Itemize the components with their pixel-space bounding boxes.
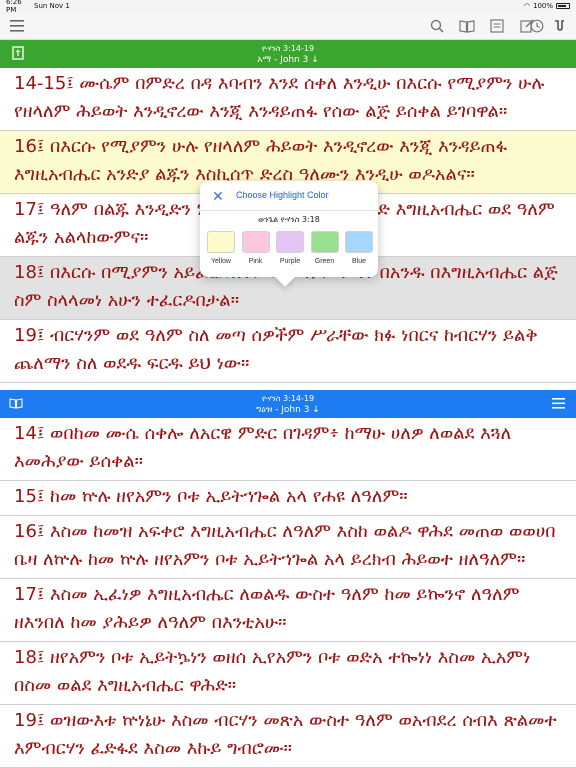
close-icon[interactable]: ✕	[210, 188, 226, 204]
swatch-purple-box[interactable]	[276, 231, 304, 253]
bottom-menu-icon[interactable]	[550, 395, 566, 411]
verse-14-geez[interactable]: 14፤ ወበከመ ሙሴ ሰቀሎ ለአርዌ ምድር በገዳም፥ ከማሁ ሀለዎ ለ…	[0, 418, 576, 481]
search-icon[interactable]	[428, 17, 446, 35]
bottom-pane-header[interactable]: ዮሃንስ 3:14-19 ግዕዝ - John 3 ↓	[0, 390, 576, 418]
swatch-green-label: Green	[314, 258, 335, 265]
popover-verse-reference: ወንጌል ዮሃንስ 3:18	[258, 215, 320, 224]
book-icon[interactable]	[458, 17, 476, 35]
swatch-yellow[interactable]: Yellow	[206, 231, 236, 265]
swatch-yellow-label: Yellow	[211, 258, 231, 265]
verse-15-geez[interactable]: 15፤ ከመ ኵሉ ዘየአምን ቦቱ ኢይትኀጐል አላ የሐዩ ለዓለም።	[0, 481, 576, 516]
swatch-yellow-box[interactable]	[207, 231, 235, 253]
status-right: ◠ 100%	[524, 2, 570, 10]
bookmarks-icon[interactable]	[488, 17, 506, 35]
verse-14-15-amharic[interactable]: 14-15፤ ሙሴም በምድረ በዳ እባብን እንደ ሰቀለ እንዲሁ በእር…	[0, 68, 576, 131]
verse-19-amharic[interactable]: 19፤ ብርሃንም ወደ ዓለም ስለ መጣ ሰዎችም ሥራቸው ክፉ ነበርና…	[0, 320, 576, 383]
settings-icon[interactable]	[550, 17, 568, 35]
top-pane-reference: ዮሃንስ 3:14-19	[261, 44, 315, 53]
bottom-pane-reference: ዮሃንስ 3:14-19	[261, 394, 315, 403]
popover-header: ✕ Choose Highlight Color	[200, 181, 378, 211]
status-date: Sun Nov 1	[34, 2, 70, 10]
popover-title: Choose Highlight Color	[236, 190, 329, 200]
swatch-pink[interactable]: Pink	[241, 231, 271, 265]
wifi-icon: ◠	[523, 2, 530, 10]
menu-icon[interactable]	[8, 17, 26, 35]
verse-16-geez[interactable]: 16፤ እስመ ከመዝ አፍቀሮ እግዚአብሔር ለዓለም እስከ ወልዶ ዋሕ…	[0, 516, 576, 579]
bottom-pane-version[interactable]: ግዕዝ - John 3 ↓	[0, 404, 576, 416]
bottom-pane: 14፤ ወበከመ ሙሴ ሰቀሎ ለአርዌ ምድር በገዳም፥ ከማሁ ሀለዎ ለ…	[0, 418, 576, 768]
swatch-blue[interactable]: Blue	[344, 231, 374, 265]
swatch-blue-box[interactable]	[345, 231, 373, 253]
battery-percent: 100%	[532, 2, 553, 10]
bible-icon[interactable]	[10, 45, 26, 61]
swatch-blue-label: Blue	[351, 258, 366, 265]
clock-icon[interactable]	[528, 17, 546, 35]
top-pane-header[interactable]: ዮሃንስ 3:14-19 አማ - John 3 ↓	[0, 40, 576, 68]
top-pane-version[interactable]: አማ - John 3 ↓	[0, 54, 576, 66]
status-bar: 6:26 PM Sun Nov 1 ◠ 100%	[0, 0, 576, 14]
color-swatches: Yellow Pink Purple Green Blue	[206, 231, 374, 265]
swatch-purple[interactable]: Purple	[275, 231, 305, 265]
swatch-pink-box[interactable]	[241, 231, 270, 253]
verse-19-geez[interactable]: 19፤ ወዝውእቱ ኵነኔሁ እስመ ብርሃን መጽአ ውስተ ዓለም ወአብደ…	[0, 705, 576, 768]
swatch-green[interactable]: Green	[310, 231, 340, 265]
highlight-color-popover: ✕ Choose Highlight Color ወንጌል ዮሃንስ 3:18 …	[200, 181, 378, 287]
swatch-pink-label: Pink	[248, 258, 263, 265]
verse-17-geez[interactable]: 17፤ እስመ ኢፈነዎ እግዚአብሔር ለወልዱ ውስተ ዓለም ከመ ይኰን…	[0, 579, 576, 642]
swatch-green-box[interactable]	[310, 231, 339, 253]
swatch-purple-label: Purple	[279, 258, 301, 265]
app-toolbar	[0, 12, 576, 40]
open-book-icon[interactable]	[8, 395, 24, 411]
verse-18-geez[interactable]: 18፤ ዘየአምን ቦቱ ኢይትኴነን ወዘሰ ኢየአምን ቦቱ ወድአ ተኰነ…	[0, 642, 576, 705]
battery-icon	[556, 3, 570, 9]
